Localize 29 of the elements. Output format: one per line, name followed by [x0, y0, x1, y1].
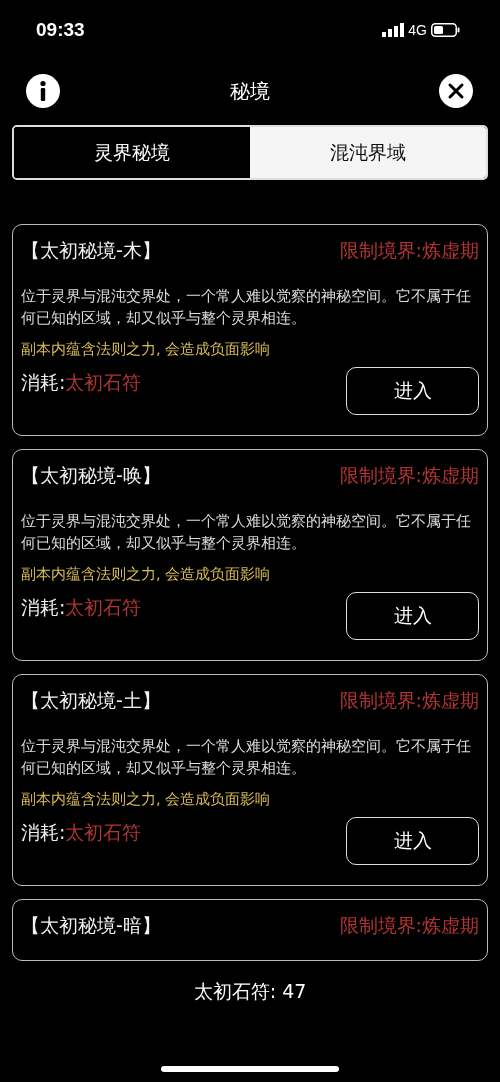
- cost-text: 消耗:太初石符: [21, 820, 142, 845]
- cost-text: 消耗:太初石符: [21, 370, 142, 395]
- realm-restriction: 限制境界:炼虚期: [339, 238, 479, 263]
- warning-text: 副本内蕴含法则之力, 会造成负面影响: [21, 340, 272, 359]
- realm-title: 【太初秘境-木】: [21, 238, 161, 263]
- battery-icon: [431, 23, 460, 37]
- realm-restriction: 限制境界:炼虚期: [339, 688, 479, 713]
- signal-icon: [382, 23, 405, 37]
- realm-title: 【太初秘境-暗】: [21, 913, 161, 938]
- info-icon[interactable]: [26, 74, 60, 108]
- realm-description: 位于灵界与混沌交界处，一个常人难以觉察的神秘空间。它不属于任何已知的区域，却又似乎与整个灵界相连。: [21, 286, 472, 329]
- page-title: 秘境: [229, 77, 270, 105]
- realm-title: 【太初秘境-土】: [21, 688, 161, 713]
- realm-description: 位于灵界与混沌交界处，一个常人难以觉察的神秘空间。它不属于任何已知的区域，却又似乎与整个灵界相连。: [21, 736, 472, 779]
- realm-title: 【太初秘境-唤】: [21, 463, 161, 488]
- enter-button[interactable]: 进入: [346, 592, 479, 640]
- warning-text: 副本内蕴含法则之力, 会造成负面影响: [21, 790, 272, 809]
- enter-button[interactable]: 进入: [346, 367, 479, 415]
- tab[interactable]: 混沌界域: [250, 127, 486, 178]
- clock-time: 09:33: [36, 19, 85, 41]
- realm-restriction: 限制境界:炼虚期: [339, 463, 479, 488]
- warning-text: 副本内蕴含法则之力, 会造成负面影响: [21, 565, 272, 584]
- close-icon[interactable]: [439, 74, 473, 108]
- balance-text: 太初石符: 47: [193, 979, 307, 1004]
- cost-text: 消耗:太初石符: [21, 595, 142, 620]
- enter-button[interactable]: 进入: [346, 817, 479, 865]
- realm-restriction: 限制境界:炼虚期: [339, 913, 479, 938]
- realm-description: 位于灵界与混沌交界处，一个常人难以觉察的神秘空间。它不属于任何已知的区域，却又似乎与整个灵界相连。: [21, 511, 472, 554]
- network-label: 4G: [408, 22, 427, 38]
